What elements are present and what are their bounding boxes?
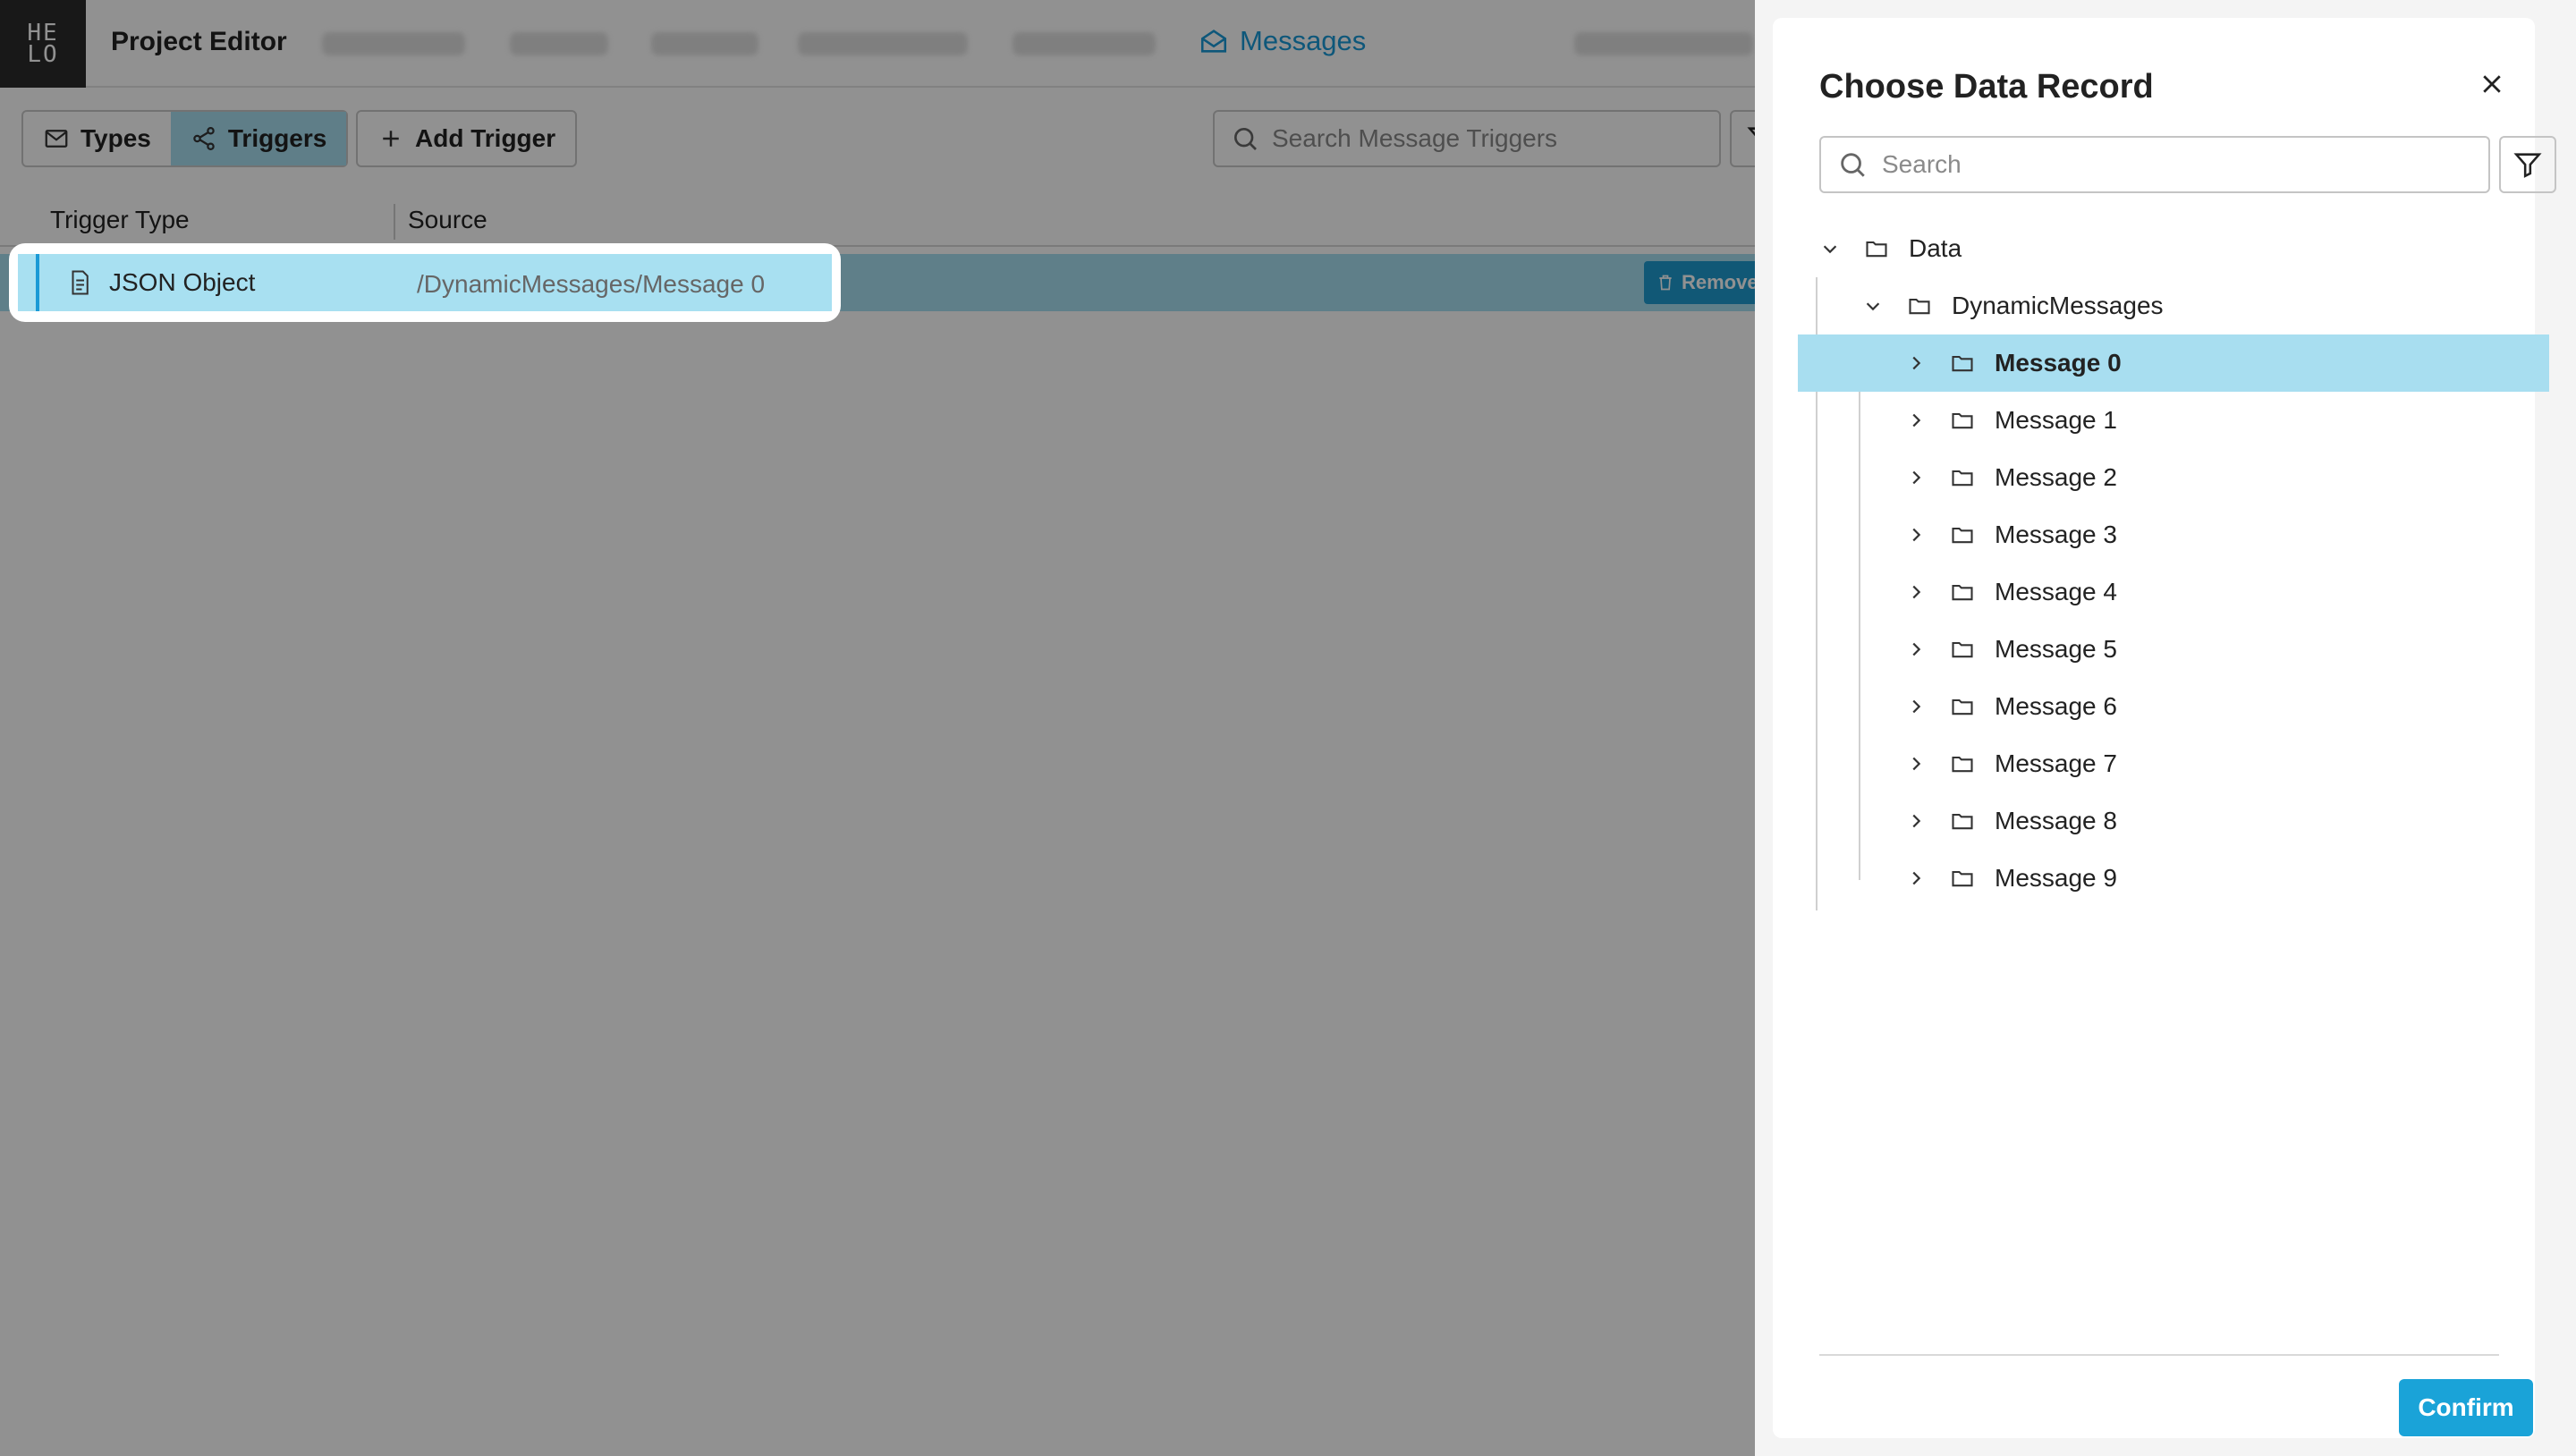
highlighted-trigger-row: JSON Object /DynamicMessages/Message 0 <box>9 243 841 322</box>
chevron-right-icon[interactable] <box>1903 751 1928 776</box>
folder-icon <box>1952 641 1973 658</box>
close-icon <box>2483 75 2501 93</box>
folder-icon <box>1952 870 1973 887</box>
search-icon <box>1841 153 1865 177</box>
chevron-right-icon[interactable] <box>1903 522 1928 547</box>
tree-node-label: Message 4 <box>1995 578 2117 605</box>
chevron-down-icon[interactable] <box>1818 236 1843 261</box>
chevron-right-icon[interactable] <box>1903 408 1928 433</box>
tree-node-message-0[interactable]: Message 0 <box>1798 334 2549 392</box>
folder-icon <box>1952 813 1973 830</box>
folder-icon <box>1952 355 1973 372</box>
choose-data-record-panel: Choose Data Record Search Data DynamicMe… <box>1755 0 2576 1456</box>
panel-footer-divider <box>1819 1354 2499 1356</box>
chevron-right-icon[interactable] <box>1903 580 1928 605</box>
document-icon <box>72 270 89 295</box>
tree-node-label: Message 8 <box>1995 807 2117 834</box>
folder-icon <box>1952 412 1973 429</box>
panel-filter-button[interactable] <box>2499 136 2556 193</box>
row-accent <box>36 254 39 311</box>
tree-node-dynamicmessages[interactable]: DynamicMessages <box>1860 277 2533 334</box>
chevron-right-icon[interactable] <box>1903 351 1928 376</box>
tree-node-label: Message 2 <box>1995 463 2117 491</box>
folder-icon <box>1952 527 1973 544</box>
row-source: /DynamicMessages/Message 0 <box>417 270 766 298</box>
chevron-right-icon[interactable] <box>1903 694 1928 719</box>
chevron-right-icon[interactable] <box>1903 465 1928 490</box>
confirm-button[interactable]: Confirm <box>2399 1379 2533 1436</box>
tree-node-label: Message 0 <box>1995 349 2122 377</box>
panel-search-placeholder: Search <box>1882 150 1962 178</box>
folder-icon <box>1952 756 1973 773</box>
row-trigger-type: JSON Object <box>66 268 255 297</box>
chevron-right-icon[interactable] <box>1903 866 1928 891</box>
chevron-right-icon[interactable] <box>1903 637 1928 662</box>
tree-node-message-4[interactable]: Message 4 <box>1903 563 2529 621</box>
tree-node-label: Message 7 <box>1995 749 2117 777</box>
folder-icon <box>1952 470 1973 487</box>
panel-card: Choose Data Record Search Data DynamicMe… <box>1773 18 2556 1438</box>
tree-node-label: Message 3 <box>1995 521 2117 548</box>
close-button[interactable] <box>2474 66 2510 102</box>
tree-guide-line <box>1859 336 1860 880</box>
tree-node-message-7[interactable]: Message 7 <box>1903 735 2529 792</box>
folder-icon <box>1952 584 1973 601</box>
tree-node-label: Message 9 <box>1995 864 2117 892</box>
chevron-right-icon[interactable] <box>1903 808 1928 834</box>
tree-node-message-6[interactable]: Message 6 <box>1903 678 2529 735</box>
folder-icon <box>1952 698 1973 715</box>
chevron-down-icon[interactable] <box>1860 293 1885 318</box>
tree-node-label: DynamicMessages <box>1952 292 2164 319</box>
tree-node-message-8[interactable]: Message 8 <box>1903 792 2529 850</box>
tree-node-label: Message 5 <box>1995 635 2117 663</box>
tree-node-label: Message 6 <box>1995 692 2117 720</box>
panel-search-input[interactable]: Search <box>1819 136 2490 193</box>
tree-node-message-2[interactable]: Message 2 <box>1903 449 2529 506</box>
tree-node-message-5[interactable]: Message 5 <box>1903 621 2529 678</box>
folder-icon <box>1909 298 1930 315</box>
tree-node-data[interactable]: Data <box>1818 220 2533 277</box>
tree-node-message-9[interactable]: Message 9 <box>1903 850 2529 907</box>
tree-node-message-1[interactable]: Message 1 <box>1903 392 2529 449</box>
tree-node-label: Data <box>1909 234 1962 262</box>
tree-node-label: Message 1 <box>1995 406 2117 434</box>
highlighted-row-content[interactable]: JSON Object /DynamicMessages/Message 0 <box>18 254 832 311</box>
tree-node-message-3[interactable]: Message 3 <box>1903 506 2529 563</box>
folder-icon <box>1866 241 1887 258</box>
row-type-label: JSON Object <box>109 268 256 296</box>
filter-icon <box>2513 153 2542 178</box>
panel-title: Choose Data Record <box>1819 68 2154 106</box>
